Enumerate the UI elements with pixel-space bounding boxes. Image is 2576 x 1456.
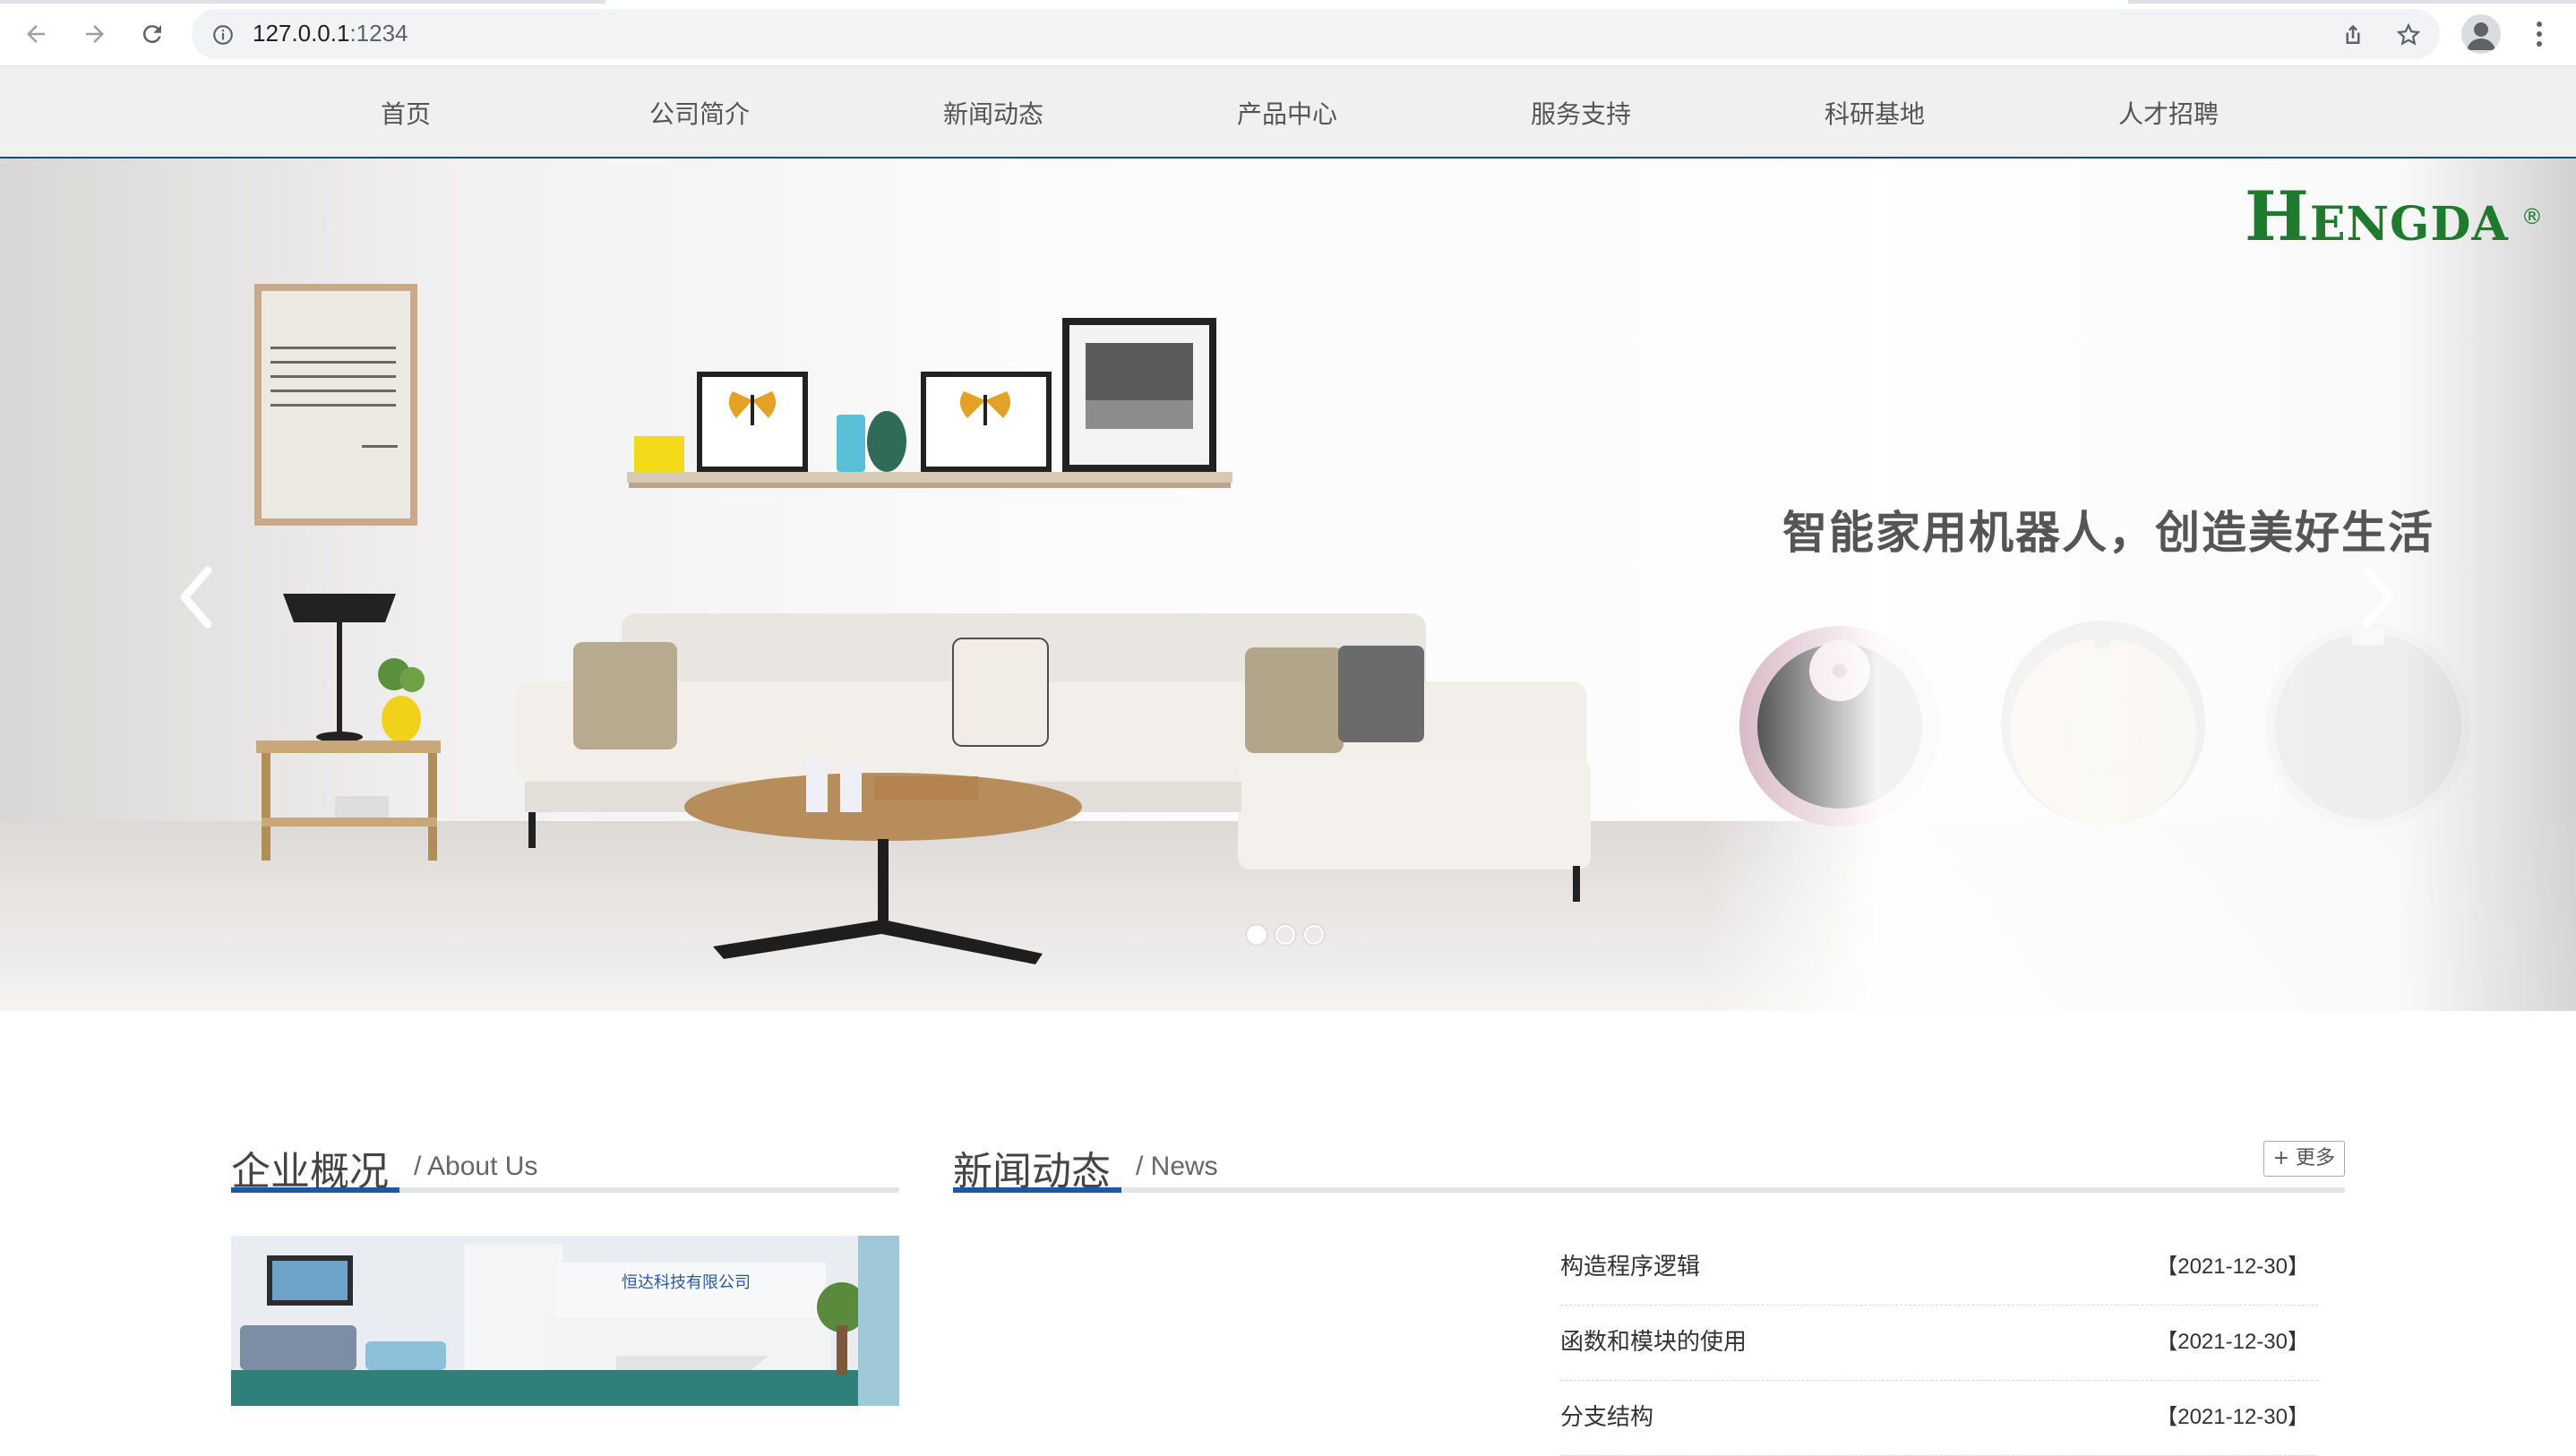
news-subtitle: / News (1136, 1152, 1218, 1181)
reload-icon[interactable] (134, 16, 170, 52)
browser-toolbar: 127.0.0.1:1234 (0, 0, 2576, 66)
carousel-dot-3[interactable] (1304, 925, 1324, 945)
news-item-title[interactable]: 构造程序逻辑 (1560, 1248, 1700, 1281)
news-title: 新闻动态 (953, 1149, 1111, 1195)
nav-item-careers[interactable]: 人才招聘 (2061, 95, 2276, 131)
carousel-dot-2[interactable] (1275, 925, 1295, 945)
about-subtitle: / About Us (414, 1152, 538, 1181)
tab-strip (0, 0, 2576, 4)
nav-item-research-base[interactable]: 科研基地 (1767, 95, 1982, 131)
active-tab[interactable] (605, 0, 2128, 4)
news-item-date: 【2021-12-30】 (2156, 1255, 2309, 1279)
logo-initial: H (2245, 176, 2310, 256)
about-section-header: 企业概况 / About Us (231, 1139, 899, 1195)
news-item-title[interactable]: 函数和模块的使用 (1560, 1323, 1747, 1357)
back-arrow-icon[interactable] (18, 16, 54, 52)
banner-slogan: 智能家用机器人，创造美好生活 (1782, 507, 2434, 559)
about-title: 企业概况 (231, 1149, 389, 1195)
site-navigation: 首页 公司简介 新闻动态 产品中心 服务支持 科研基地 人才招聘 (0, 66, 2576, 158)
bookmark-star-icon[interactable] (2395, 21, 2422, 48)
news-item[interactable]: 分支结构 【2021-12-30】 (1560, 1381, 2318, 1456)
browser-menu-icon[interactable] (2526, 16, 2553, 52)
news-more-button[interactable]: + 更多 (2263, 1141, 2345, 1177)
nav-item-home[interactable]: 首页 (298, 95, 513, 131)
url-text[interactable]: 127.0.0.1:1234 (253, 20, 408, 47)
url-port: :1234 (349, 20, 408, 47)
nav-item-service-support[interactable]: 服务支持 (1473, 95, 1688, 131)
news-item-date: 【2021-12-30】 (2156, 1330, 2309, 1354)
news-item[interactable]: 构造程序逻辑 【2021-12-30】 (1560, 1230, 2318, 1306)
hero-carousel: HENGDA ® 智能家用机器人，创造美好生活 (0, 158, 2576, 1011)
site-info-icon[interactable] (211, 23, 235, 47)
url-host: 127.0.0.1 (253, 20, 350, 47)
news-list: 构造程序逻辑 【2021-12-30】 函数和模块的使用 【2021-12-30… (1560, 1230, 2318, 1456)
banner-right-fade (1702, 158, 2576, 1011)
profile-avatar-icon[interactable] (2461, 14, 2501, 54)
nav-item-news[interactable]: 新闻动态 (886, 95, 1101, 131)
address-bar[interactable]: 127.0.0.1:1234 (192, 9, 2440, 59)
share-icon[interactable] (2340, 21, 2366, 48)
nav-item-company-profile[interactable]: 公司简介 (592, 95, 807, 131)
nav-item-products[interactable]: 产品中心 (1180, 95, 1395, 131)
news-item-title[interactable]: 分支结构 (1560, 1399, 1653, 1432)
hengda-logo: HENGDA ® (2245, 176, 2544, 256)
news-item-date: 【2021-12-30】 (2156, 1405, 2309, 1429)
carousel-next-arrow-icon[interactable] (2356, 563, 2400, 631)
carousel-dot-1[interactable] (1247, 925, 1267, 945)
forward-arrow-icon[interactable] (77, 16, 113, 52)
carousel-indicators (1247, 925, 1324, 945)
registered-mark: ® (2520, 203, 2544, 229)
logo-rest: ENGDA (2309, 197, 2509, 252)
carousel-prev-arrow-icon[interactable] (174, 563, 219, 631)
news-section-header: 新闻动态 / News + 更多 (953, 1139, 2345, 1195)
news-item[interactable]: 函数和模块的使用 【2021-12-30】 (1560, 1306, 2318, 1381)
company-reception-photo: 恒达科技有限公司 (231, 1236, 899, 1406)
company-sign-text: 恒达科技有限公司 (622, 1273, 751, 1292)
